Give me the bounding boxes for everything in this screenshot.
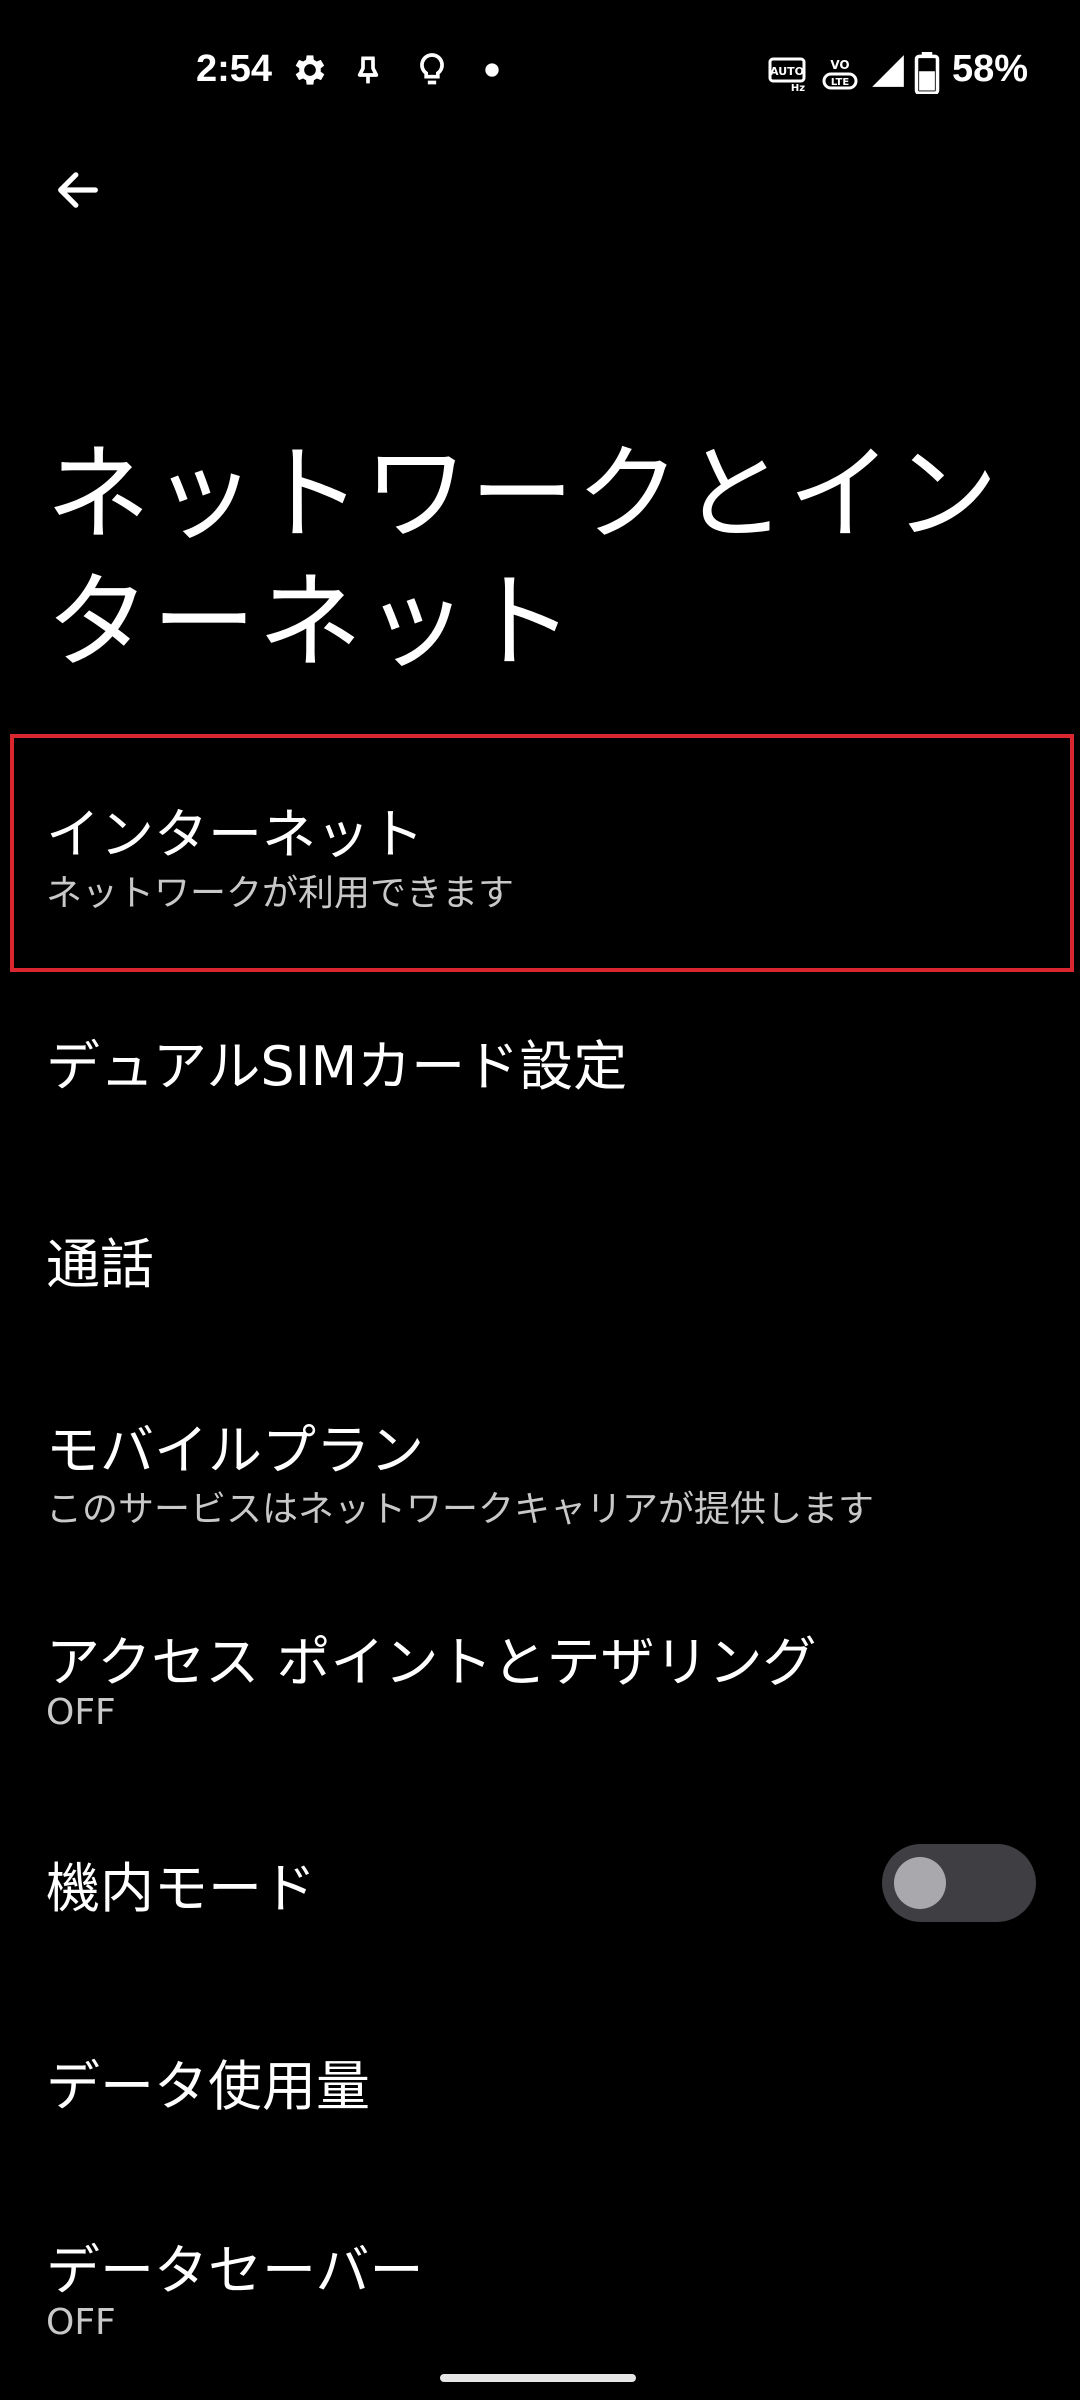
toggle-thumb: [894, 1857, 946, 1909]
signal-icon: [868, 52, 908, 90]
back-button[interactable]: [40, 152, 116, 228]
item-title: 機内モード: [46, 1857, 316, 1920]
item-title: データ使用量: [46, 2055, 370, 2118]
settings-item-hotspot-tethering[interactable]: アクセス ポイントとテザリング OFF: [0, 1600, 1080, 1780]
airplane-mode-toggle[interactable]: [882, 1844, 1036, 1922]
gear-icon: [290, 50, 330, 90]
item-summary: OFF: [46, 1692, 116, 1733]
settings-item-data-saver[interactable]: データセーバー OFF: [0, 2190, 1080, 2370]
item-summary: OFF: [46, 2302, 116, 2343]
item-summary: ネットワークが利用できます: [46, 873, 515, 914]
item-title: アクセス ポイントとテザリング: [46, 1631, 817, 1694]
settings-item-internet[interactable]: インターネット ネットワークが利用できます: [0, 740, 1080, 970]
settings-item-data-usage[interactable]: データ使用量: [0, 2000, 1080, 2170]
svg-text:LTE: LTE: [831, 77, 850, 88]
svg-text:VO: VO: [830, 58, 849, 72]
settings-item-dual-sim[interactable]: デュアルSIMカード設定: [0, 980, 1080, 1130]
item-title: デュアルSIMカード設定: [46, 1035, 628, 1098]
lightbulb-icon: [412, 50, 452, 90]
auto-hz-icon: AUTO Hz: [768, 56, 808, 92]
notification-bell-icon: [348, 50, 388, 90]
settings-item-mobile-plan[interactable]: モバイルプラン このサービスはネットワークキャリアが提供します: [0, 1380, 1080, 1560]
status-time: 2:54: [196, 48, 273, 90]
item-title: モバイルプラン: [46, 1419, 424, 1482]
svg-text:Hz: Hz: [791, 83, 805, 92]
page-title: ネットワークとインターネット: [46, 433, 1001, 683]
item-title: インターネット: [46, 803, 424, 866]
status-bar: 2:54 AUTO Hz VO LTE 58%: [0, 0, 1080, 150]
volte-icon: VO LTE: [820, 56, 860, 92]
battery-percent: 58%: [952, 48, 1029, 90]
item-title: 通話: [46, 1233, 154, 1296]
dot-icon: [472, 50, 512, 90]
item-summary: このサービスはネットワークキャリアが提供します: [46, 1489, 875, 1530]
settings-item-calls[interactable]: 通話: [0, 1180, 1080, 1330]
svg-text:AUTO: AUTO: [770, 65, 804, 78]
arrow-back-icon: [58, 172, 98, 208]
gesture-nav-handle[interactable]: [440, 2374, 636, 2382]
item-title: データセーバー: [46, 2239, 424, 2302]
battery-icon: [914, 52, 940, 94]
